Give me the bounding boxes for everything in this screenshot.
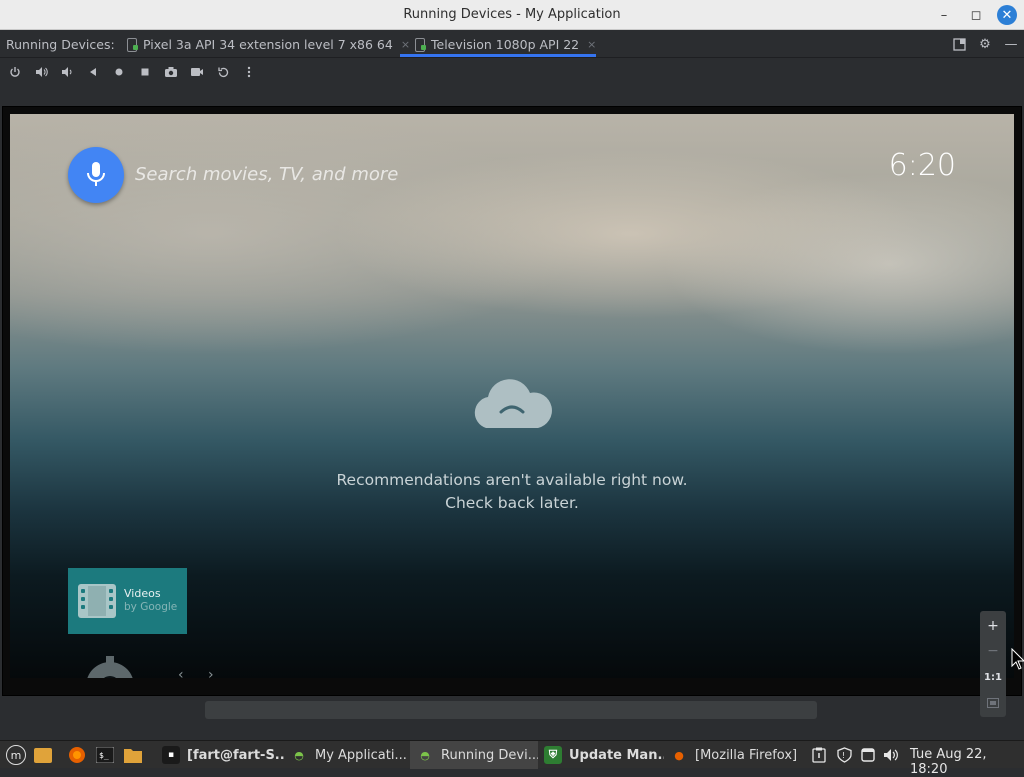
- taskbar-item-my-application[interactable]: ◓ My Applicati...: [284, 741, 408, 769]
- power-icon[interactable]: [7, 64, 23, 80]
- update-shield-icon[interactable]: !: [835, 746, 853, 764]
- volume-icon[interactable]: [882, 746, 900, 764]
- rotate-icon[interactable]: [215, 64, 231, 80]
- videos-by-google-tile[interactable]: Videos by Google: [68, 568, 187, 634]
- taskbar-item-label: Update Man...: [569, 747, 664, 763]
- device-icon: [126, 37, 138, 52]
- app-tile-title: Videos: [124, 587, 161, 600]
- overview-icon[interactable]: [137, 64, 153, 80]
- taskbar-item-label: My Applicati...: [315, 747, 407, 763]
- horizontal-scrollbar[interactable]: [205, 701, 817, 719]
- zoom-out-button[interactable]: −: [980, 639, 1006, 663]
- svg-text:$_: $_: [99, 751, 109, 760]
- tab-label: Television 1080p API 22: [431, 36, 580, 52]
- taskbar-item-running-devices[interactable]: ◓ Running Devi...: [410, 741, 538, 769]
- volume-down-icon[interactable]: [59, 64, 75, 80]
- tv-clock: 6:20: [888, 148, 956, 183]
- recommendations-message: Recommendations aren't available right n…: [336, 471, 688, 489]
- active-tab-indicator: [400, 54, 596, 57]
- taskbar-item-label: Running Devi...: [441, 747, 538, 763]
- clipboard-icon[interactable]: [810, 746, 828, 764]
- maximize-button[interactable]: ◻: [966, 5, 986, 25]
- taskbar-item-label: [Mozilla Firefox]: [695, 747, 798, 763]
- close-button[interactable]: ✕: [997, 5, 1017, 25]
- firefox-icon: ●: [674, 748, 684, 762]
- volume-up-icon[interactable]: [33, 64, 49, 80]
- system-clock[interactable]: Tue Aug 22, 18:20: [910, 747, 1024, 777]
- taskbar-item-firefox[interactable]: ● [Mozilla Firefox]: [666, 741, 800, 769]
- settings-gear-icon[interactable]: ⚙: [976, 35, 994, 53]
- actual-size-button[interactable]: 1:1: [980, 665, 1006, 689]
- back-icon[interactable]: [85, 64, 101, 80]
- hide-panel-icon[interactable]: —: [1002, 35, 1020, 53]
- check-back-message: Check back later.: [445, 494, 579, 512]
- firefox-launcher-icon[interactable]: [68, 746, 86, 764]
- sad-cloud-icon: [474, 379, 552, 428]
- android-studio-icon: ◓: [420, 748, 430, 762]
- mint-menu-icon[interactable]: m: [6, 745, 26, 765]
- tab-close-icon[interactable]: ×: [587, 38, 596, 51]
- zoom-controls: + − 1:1: [980, 611, 1006, 717]
- terminal-launcher-icon[interactable]: $_: [96, 746, 114, 764]
- settings-gear-icon[interactable]: [82, 654, 142, 678]
- device-icon: [414, 37, 426, 52]
- layout-icon[interactable]: [950, 35, 968, 53]
- shield-icon: ⛨: [544, 746, 562, 764]
- window-title: Running Devices - My Application: [403, 7, 621, 22]
- home-icon[interactable]: [111, 64, 127, 80]
- window-title-bar: Running Devices - My Application – ◻ ✕: [0, 0, 1024, 30]
- zoom-in-button[interactable]: +: [980, 614, 1006, 638]
- video-record-icon[interactable]: [189, 64, 205, 80]
- minimize-button[interactable]: –: [934, 5, 954, 25]
- more-options-icon[interactable]: [241, 64, 257, 80]
- tab-pixel-3a[interactable]: Pixel 3a API 34 extension level 7 x86 64…: [126, 30, 410, 58]
- navigation-arrows-icon: ‹ ›: [178, 667, 224, 678]
- fit-screen-icon[interactable]: [980, 691, 1006, 715]
- android-icon: ◓: [294, 748, 304, 762]
- film-strip-icon: [78, 584, 116, 618]
- app-tile-subtitle: by Google: [124, 601, 178, 613]
- taskbar-item-update-manager[interactable]: ⛨ Update Man...: [540, 741, 664, 769]
- mouse-cursor-icon: [1011, 648, 1024, 670]
- window-list-icon[interactable]: [859, 746, 877, 764]
- terminal-icon: ▪: [162, 746, 180, 764]
- folder-launcher-icon[interactable]: [124, 746, 142, 764]
- taskbar-item-label: [fart@fart-S...: [187, 747, 284, 763]
- tab-close-icon[interactable]: ×: [401, 38, 410, 51]
- tv-screen[interactable]: Search movies, TV, and more 6:20 Recomme…: [10, 114, 1014, 678]
- tab-label: Pixel 3a API 34 extension level 7 x86 64: [143, 36, 393, 52]
- taskbar-item-terminal[interactable]: ▪ [fart@fart-S...: [156, 741, 284, 769]
- device-toolbar: [0, 58, 1024, 86]
- system-taskbar: m $_ ▪ [fart@fart-S... ◓ My Applicati...…: [0, 740, 1024, 777]
- running-devices-label: Running Devices:: [6, 37, 115, 52]
- search-placeholder[interactable]: Search movies, TV, and more: [135, 164, 398, 185]
- svg-text:!: !: [842, 751, 845, 760]
- camera-icon[interactable]: [163, 64, 179, 80]
- files-icon[interactable]: [34, 746, 52, 764]
- voice-search-button[interactable]: [68, 147, 124, 203]
